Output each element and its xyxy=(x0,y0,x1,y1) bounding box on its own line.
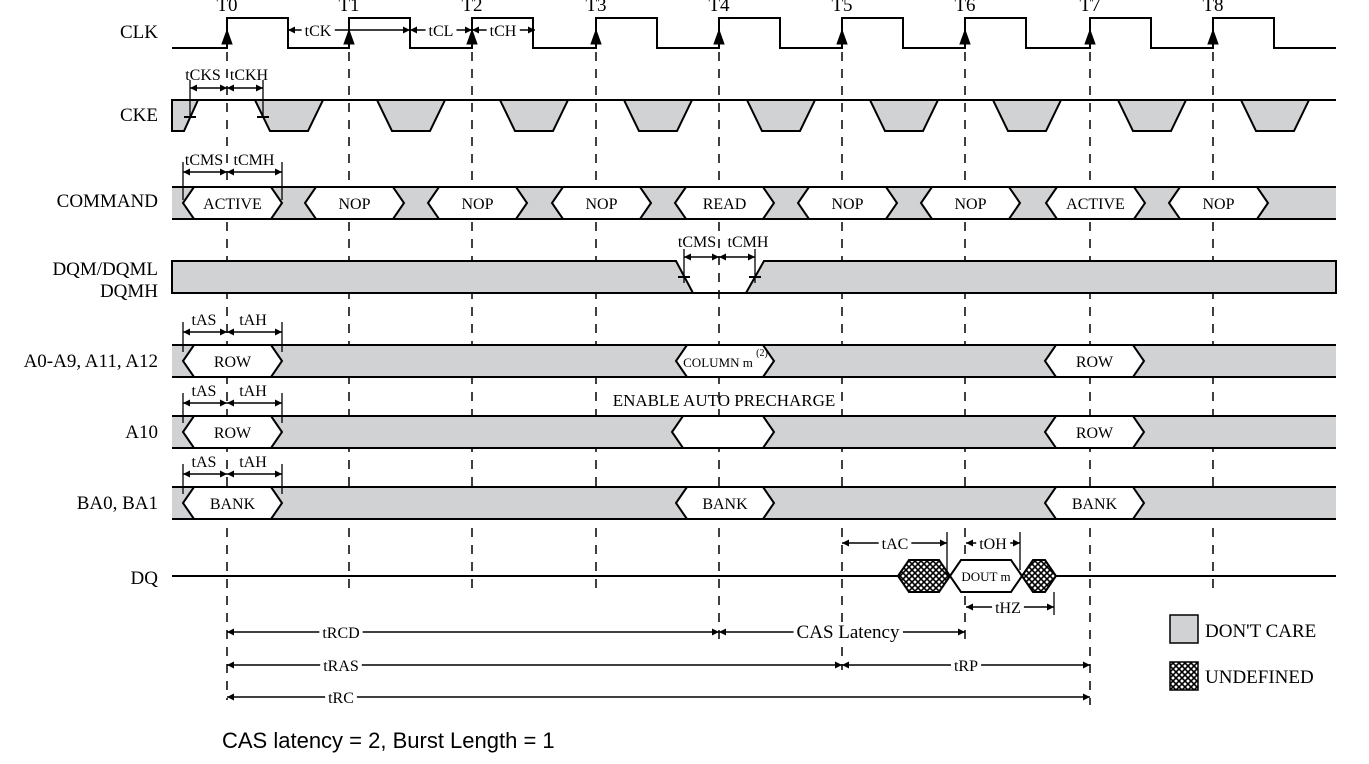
dqm-dont-care-region xyxy=(171,260,695,294)
tcks-label: tCKS xyxy=(185,67,221,84)
address-value: ROW xyxy=(214,354,252,371)
tac-dim-label: tAC xyxy=(882,536,909,553)
clock-label-T5: T5 xyxy=(831,0,852,16)
command-value: NOP xyxy=(954,196,986,213)
bank-tah-label: tAH xyxy=(239,454,267,471)
a10-valid-window xyxy=(670,415,776,449)
footer-note: CAS latency = 2, Burst Length = 1 xyxy=(222,728,555,753)
toh-label: tOH xyxy=(979,536,1007,553)
clk-rising-edge-arrow-icon xyxy=(466,28,478,45)
clock-label-T7: T7 xyxy=(1079,0,1100,16)
signal-label-command: COMMAND xyxy=(57,191,158,212)
signal-label-clk: CLK xyxy=(120,22,158,43)
tcms-label: tCMS xyxy=(185,152,223,169)
signal-label-dq: DQ xyxy=(131,568,159,589)
trc-dim-label: tRC xyxy=(328,690,354,707)
clock-label-T6: T6 xyxy=(954,0,975,16)
cke-dont-care-region xyxy=(253,99,325,132)
clock-label-T2: T2 xyxy=(461,0,482,16)
bank-value: BANK xyxy=(1072,496,1118,513)
command-value: NOP xyxy=(1202,196,1234,213)
address-value: COLUMN m xyxy=(683,355,753,370)
clock-label-T4: T4 xyxy=(708,0,730,16)
clock-label-T0: T0 xyxy=(216,0,237,16)
legend-undefined-swatch xyxy=(1169,661,1199,691)
sdram-read-timing-diagram: CLK CKE COMMAND DQM/DQML DQMH A0-A9, A11… xyxy=(0,0,1369,764)
tck-dim-label: tCK xyxy=(305,23,332,40)
a10-value: ROW xyxy=(214,425,252,442)
auto-precharge-note: ENABLE AUTO PRECHARGE xyxy=(613,391,836,410)
tcl-dim-label: tCL xyxy=(429,23,454,40)
legend-undefined-label: UNDEFINED xyxy=(1205,667,1314,688)
cke-dont-care-region xyxy=(622,99,694,132)
clk-rising-edge-arrow-icon xyxy=(590,28,602,45)
clk-rising-edge-arrow-icon xyxy=(1084,28,1096,45)
thz-dim-label: tHZ xyxy=(995,600,1021,617)
timing-diagram-canvas: CLK CKE COMMAND DQM/DQML DQMH A0-A9, A11… xyxy=(24,0,1337,753)
dq-undefined-region xyxy=(1020,559,1058,593)
cke-dont-care-region xyxy=(1116,99,1188,132)
command-value: NOP xyxy=(338,196,370,213)
signal-label-dqm: DQM/DQML xyxy=(52,259,158,280)
command-value: NOP xyxy=(461,196,493,213)
cke-dont-care-region xyxy=(171,99,200,132)
command-value: NOP xyxy=(585,196,617,213)
a10-tah-label: tAH xyxy=(239,383,267,400)
clock-label-T8: T8 xyxy=(1202,0,1223,16)
legend-dont-care-swatch xyxy=(1169,614,1199,644)
dq-undefined-region xyxy=(896,559,952,593)
cke-dont-care-region xyxy=(498,99,570,132)
cke-dont-care-region xyxy=(991,99,1063,132)
signal-label-bank: BA0, BA1 xyxy=(77,493,158,514)
clock-label-T1: T1 xyxy=(338,0,359,16)
trcd-dim-label: tRCD xyxy=(322,625,359,642)
clk-rising-edge-arrow-icon xyxy=(343,28,355,45)
signal-label-address: A0-A9, A11, A12 xyxy=(24,351,158,372)
command-value: ACTIVE xyxy=(203,196,262,213)
tras-dim-label: tRAS xyxy=(323,658,359,675)
dqm-tcms-label: tCMS xyxy=(678,234,716,251)
signal-label-dqmh: DQMH xyxy=(100,281,158,302)
address-tah-label: tAH xyxy=(239,312,267,329)
legend-dont-care-label: DON'T CARE xyxy=(1205,621,1316,642)
tcmh-label: tCMH xyxy=(234,152,275,169)
a10-value: ROW xyxy=(1076,425,1114,442)
clk-rising-edge-arrow-icon xyxy=(959,28,971,45)
signal-label-a10: A10 xyxy=(125,422,158,443)
tckh-label: tCKH xyxy=(230,67,269,84)
column-footnote-mark: (2) xyxy=(756,348,768,359)
cke-dont-care-region xyxy=(745,99,817,132)
command-value: NOP xyxy=(831,196,863,213)
command-value: ACTIVE xyxy=(1066,196,1125,213)
clk-rising-edge-arrow-icon xyxy=(1207,28,1219,45)
bank-tas-label: tAS xyxy=(192,454,217,471)
dqm-tcmh-label: tCMH xyxy=(728,234,769,251)
command-value: READ xyxy=(703,196,747,213)
clk-rising-edge-arrow-icon xyxy=(836,28,848,45)
signal-label-cke: CKE xyxy=(120,105,158,126)
cke-dont-care-region xyxy=(375,99,447,132)
clock-label-T3: T3 xyxy=(585,0,606,16)
address-value: ROW xyxy=(1076,354,1114,371)
bank-value: BANK xyxy=(210,496,256,513)
cke-dont-care-region xyxy=(1239,99,1311,132)
bank-value: BANK xyxy=(702,496,748,513)
cas-latency-label: CAS Latency xyxy=(797,622,900,643)
tch-dim-label: tCH xyxy=(490,23,517,40)
clk-rising-edge-arrow-icon xyxy=(221,28,233,45)
dqm-dont-care-region xyxy=(744,260,1337,294)
clk-rising-edge-arrow-icon xyxy=(713,28,725,45)
a10-tas-label: tAS xyxy=(192,383,217,400)
address-tas-label: tAS xyxy=(192,312,217,329)
dq-value: DOUT m xyxy=(961,569,1010,584)
cke-dont-care-region xyxy=(868,99,940,132)
trp-dim-label: tRP xyxy=(954,658,978,675)
